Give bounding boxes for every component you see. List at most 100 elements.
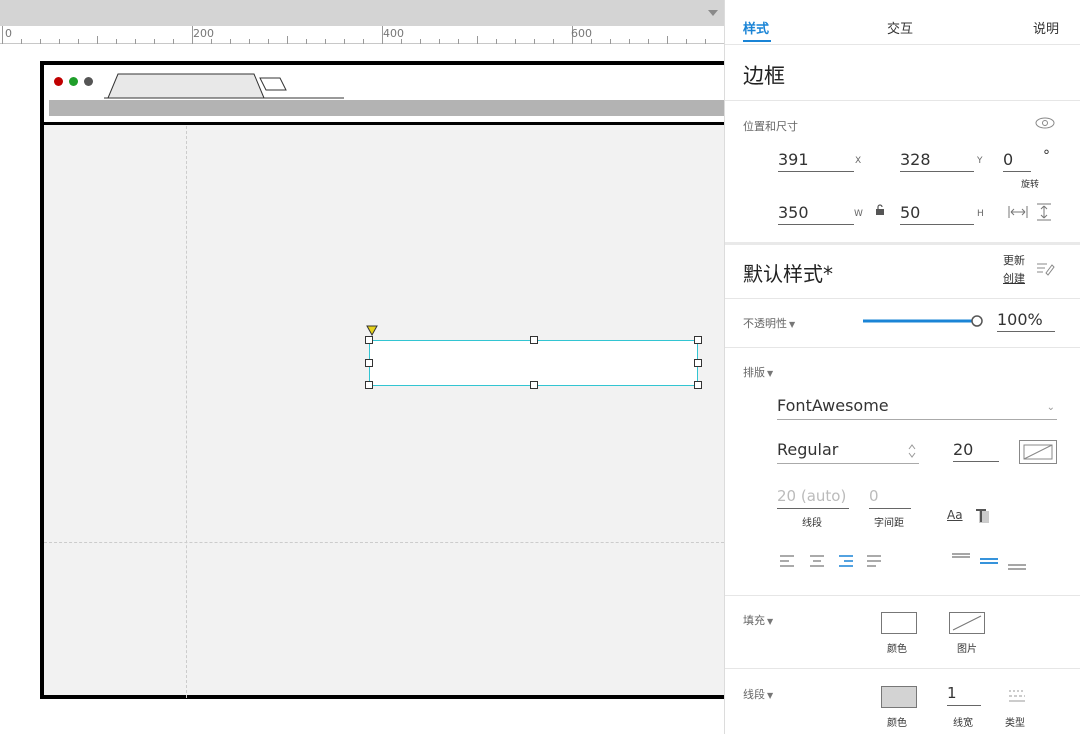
border-type-label: 类型: [1005, 718, 1025, 729]
update-style-link[interactable]: 更新: [1003, 252, 1025, 268]
text-shadow-icon[interactable]: [975, 508, 991, 524]
align-top-icon[interactable]: [951, 552, 971, 568]
caret-down-icon[interactable]: ▼: [767, 617, 773, 626]
resize-handle-n[interactable]: [530, 336, 538, 344]
border-color-label: 颜色: [887, 718, 907, 729]
opacity-label-text: 不透明性: [743, 317, 787, 330]
fill-image-label: 图片: [957, 644, 977, 655]
maximize-dot-icon: [69, 77, 78, 86]
tab-interactions[interactable]: 交互: [887, 18, 913, 37]
x-input[interactable]: 391: [778, 150, 854, 172]
opacity-slider[interactable]: [861, 314, 985, 328]
w-label: W: [854, 209, 863, 219]
chevron-down-icon[interactable]: [708, 10, 718, 16]
fill-color-swatch[interactable]: [881, 612, 917, 634]
style-panel: 样式 交互 说明 边框 位置和尺寸 391 X 328 Y 0 ° 旋转 350…: [724, 0, 1080, 734]
panel-tabs: 样式 交互 说明: [725, 0, 1080, 50]
tab-notes[interactable]: 说明: [1033, 18, 1059, 37]
border-color-swatch[interactable]: [881, 686, 917, 708]
caret-down-icon[interactable]: ▼: [789, 320, 795, 329]
ruler-label: 0: [5, 27, 12, 40]
address-bar: [49, 100, 724, 116]
font-family-value: FontAwesome: [777, 396, 889, 415]
resize-handle-e[interactable]: [694, 359, 702, 367]
resize-handle-se[interactable]: [694, 381, 702, 389]
ruler-ticks: [2, 26, 706, 44]
active-tab-indicator: [743, 40, 771, 42]
font-size-input[interactable]: 20: [953, 440, 999, 462]
no-color-icon: [1023, 444, 1053, 460]
fill-label: 填充 ▼: [743, 612, 773, 628]
h-label: H: [977, 209, 984, 219]
text-case-icon[interactable]: Aa: [947, 508, 963, 522]
align-center-icon[interactable]: [809, 555, 825, 567]
font-weight-value: Regular: [777, 440, 839, 459]
browser-chrome: [44, 65, 724, 125]
border-label: 线段 ▼: [743, 686, 773, 702]
opacity-input[interactable]: 100%: [997, 310, 1055, 332]
resize-handle-w[interactable]: [365, 359, 373, 367]
image-placeholder-icon: [952, 615, 982, 631]
close-dot-icon: [54, 77, 63, 86]
lock-icon[interactable]: [875, 204, 885, 216]
canvas-toolbar-strip: [0, 0, 724, 26]
widget-name-field[interactable]: 边框: [743, 60, 785, 90]
width-input[interactable]: 350: [778, 203, 854, 225]
rotation-input[interactable]: 0: [1003, 150, 1031, 172]
font-color-swatch[interactable]: [1019, 440, 1057, 464]
caret-down-icon[interactable]: ▼: [767, 691, 773, 700]
y-input[interactable]: 328: [900, 150, 974, 172]
divider: [725, 298, 1080, 299]
fill-label-text: 填充: [743, 614, 765, 627]
resize-handle-sw[interactable]: [365, 381, 373, 389]
design-canvas[interactable]: 0 200 400 600: [0, 0, 724, 734]
resize-handle-nw[interactable]: [365, 336, 373, 344]
align-middle-icon[interactable]: [979, 552, 999, 568]
eye-icon[interactable]: [1035, 117, 1055, 129]
divider: [725, 100, 1080, 101]
align-justify-icon[interactable]: [866, 555, 882, 567]
letter-spacing-input[interactable]: 0: [869, 487, 911, 509]
align-left-icon[interactable]: [779, 555, 795, 567]
selected-rectangle-widget[interactable]: [369, 340, 698, 386]
resize-handle-ne[interactable]: [694, 336, 702, 344]
position-size-label: 位置和尺寸: [743, 120, 798, 133]
fill-image-swatch[interactable]: [949, 612, 985, 634]
stepper-icon: [908, 444, 916, 458]
align-bottom-icon[interactable]: [1007, 552, 1027, 570]
minimize-dot-icon: [84, 77, 93, 86]
height-input[interactable]: 50: [900, 203, 974, 225]
fit-width-icon[interactable]: [1008, 204, 1028, 220]
create-style-link[interactable]: 创建: [1003, 270, 1025, 286]
border-width-label: 线宽: [953, 718, 973, 729]
rotation-label: 旋转: [1021, 180, 1040, 190]
divider: [725, 668, 1080, 669]
fit-height-icon[interactable]: [1035, 203, 1053, 221]
typography-label-text: 排版: [743, 366, 765, 379]
ruler-label: 200: [193, 27, 214, 40]
line-height-label: 线段: [802, 518, 822, 529]
style-edit-icon[interactable]: [1035, 260, 1055, 276]
divider: [725, 347, 1080, 348]
border-style-icon[interactable]: [1007, 688, 1027, 704]
style-name-dropdown[interactable]: 默认样式*: [743, 258, 833, 287]
border-label-text: 线段: [743, 688, 765, 701]
resize-handle-s[interactable]: [530, 381, 538, 389]
divider: [725, 242, 1080, 245]
ruler-label: 600: [571, 27, 592, 40]
font-weight-select[interactable]: Regular: [777, 440, 919, 464]
fill-color-label: 颜色: [887, 644, 907, 655]
font-family-select[interactable]: FontAwesome ⌄: [777, 396, 1057, 420]
caret-down-icon[interactable]: ▼: [767, 369, 773, 378]
vertical-guide: [186, 126, 187, 698]
line-height-input[interactable]: 20 (auto): [777, 487, 849, 509]
tab-style[interactable]: 样式: [743, 18, 769, 37]
degree-symbol: °: [1043, 148, 1050, 164]
divider: [725, 595, 1080, 596]
typography-label: 排版 ▼: [743, 364, 773, 380]
border-width-input[interactable]: 1: [947, 684, 981, 706]
align-right-icon[interactable]: [838, 555, 854, 567]
divider: [725, 44, 1080, 45]
letter-spacing-label: 字间距: [874, 518, 904, 529]
horizontal-ruler: 0 200 400 600: [0, 26, 724, 44]
